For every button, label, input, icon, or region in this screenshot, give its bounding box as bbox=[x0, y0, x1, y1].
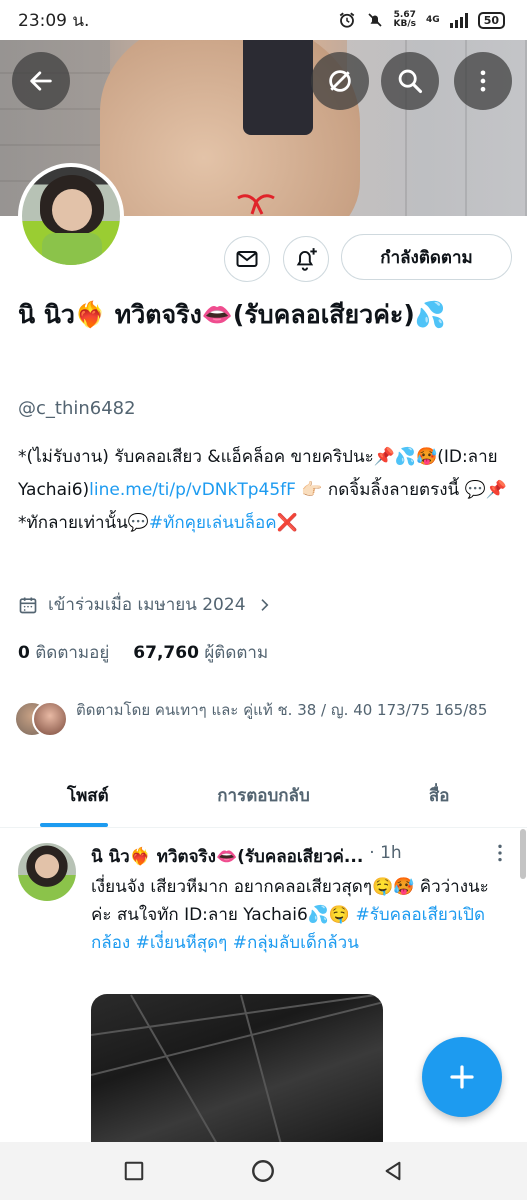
search-icon bbox=[398, 69, 423, 94]
alarm-icon bbox=[339, 12, 354, 28]
mute-icon bbox=[367, 13, 382, 27]
post-header: นิ นิว❤️‍🔥 ทวิตจริง👄(รับคลอเสียวค่... · … bbox=[91, 843, 511, 870]
home-icon[interactable] bbox=[250, 1158, 276, 1184]
post-more-icon[interactable] bbox=[490, 843, 510, 863]
post-time: · 1h bbox=[369, 843, 402, 863]
plus-icon bbox=[450, 1065, 474, 1089]
compose-button[interactable] bbox=[422, 1037, 502, 1117]
joined-date[interactable]: เข้าร่วมเมื่อ เมษายน 2024 bbox=[18, 591, 272, 618]
tab-media[interactable]: สื่อ bbox=[351, 764, 527, 827]
back-button[interactable] bbox=[12, 52, 70, 110]
followed-by[interactable]: ติดตามโดย คนเทาๆ และ คู่แท้ ช. 38 / ญ. 4… bbox=[14, 697, 514, 737]
message-button[interactable] bbox=[224, 236, 270, 282]
followers-count[interactable]: 67,760 ผู้ติดตาม bbox=[133, 639, 268, 666]
scrollbar[interactable] bbox=[520, 829, 526, 879]
notify-button[interactable] bbox=[283, 236, 329, 282]
joined-label: เข้าร่วมเมื่อ เมษายน 2024 bbox=[48, 595, 246, 615]
no-sync-button[interactable] bbox=[311, 52, 369, 110]
recents-icon[interactable] bbox=[123, 1160, 145, 1182]
more-vertical-icon bbox=[480, 70, 486, 92]
envelope-icon bbox=[236, 251, 258, 267]
battery-icon: 50 bbox=[477, 11, 505, 29]
profile-bio: *(ไม่รับงาน) รับคลอเสียว &แอ็คล็อค ขายคร… bbox=[18, 447, 507, 533]
profile-avatar[interactable] bbox=[18, 163, 124, 269]
banner-ribbon bbox=[237, 194, 275, 215]
followed-by-avatars bbox=[14, 697, 68, 737]
post-author[interactable]: นิ นิว❤️‍🔥 ทวิตจริง👄(รับคลอเสียวค่... bbox=[91, 843, 363, 870]
calendar-icon bbox=[19, 597, 37, 613]
status-time: 23:09 น. bbox=[18, 10, 90, 31]
status-icons: 5.67 KB/s 4G 50 bbox=[338, 11, 505, 29]
system-nav-bar bbox=[0, 1142, 527, 1200]
search-button[interactable] bbox=[381, 52, 439, 110]
followed-by-text: ติดตามโดย คนเทาๆ และ คู่แท้ ช. 38 / ญ. 4… bbox=[76, 701, 488, 719]
bio-hashtag[interactable]: #ทักคุยเล่นบล็อค bbox=[149, 513, 277, 533]
following-count[interactable]: 0 ติดตามอยู่ bbox=[18, 639, 109, 666]
back-nav-icon[interactable] bbox=[382, 1160, 404, 1182]
tab-posts[interactable]: โพสต์ bbox=[0, 764, 176, 827]
bio-link[interactable]: line.me/ti/p/vDNkTp45fF bbox=[89, 480, 296, 500]
following-button[interactable]: กำลังติดตาม bbox=[341, 234, 512, 280]
post-avatar[interactable] bbox=[18, 843, 76, 901]
post-media[interactable] bbox=[91, 994, 383, 1154]
no-sync-icon bbox=[329, 70, 351, 92]
signal-icon bbox=[449, 12, 468, 28]
post-text: เงี่ยนจัง เสียวหีมาก อยากคลอเสียวสุดๆ🤤🥵 … bbox=[91, 877, 489, 953]
network-type: 4G bbox=[426, 15, 440, 25]
follower-avatar bbox=[32, 701, 68, 737]
back-arrow-icon bbox=[30, 71, 52, 91]
bell-plus-icon bbox=[296, 248, 317, 271]
tab-replies[interactable]: การตอบกลับ bbox=[176, 764, 352, 827]
profile-handle: @c_thin6482 bbox=[18, 398, 136, 419]
network-speed: 5.67 KB/s bbox=[393, 10, 417, 29]
profile-tabs: โพสต์ การตอบกลับ สื่อ bbox=[0, 764, 527, 828]
more-button[interactable] bbox=[454, 52, 512, 110]
follow-counts: 0 ติดตามอยู่ 67,760 ผู้ติดตาม bbox=[18, 639, 268, 666]
status-bar: 23:09 น. 5.67 KB/s 4G 50 bbox=[0, 0, 527, 40]
chevron-right-icon bbox=[260, 598, 268, 611]
profile-name: นิ นิว❤️‍🔥 ทวิตจริง👄(รับคลอเสียวค่ะ)💦 bbox=[18, 300, 446, 329]
